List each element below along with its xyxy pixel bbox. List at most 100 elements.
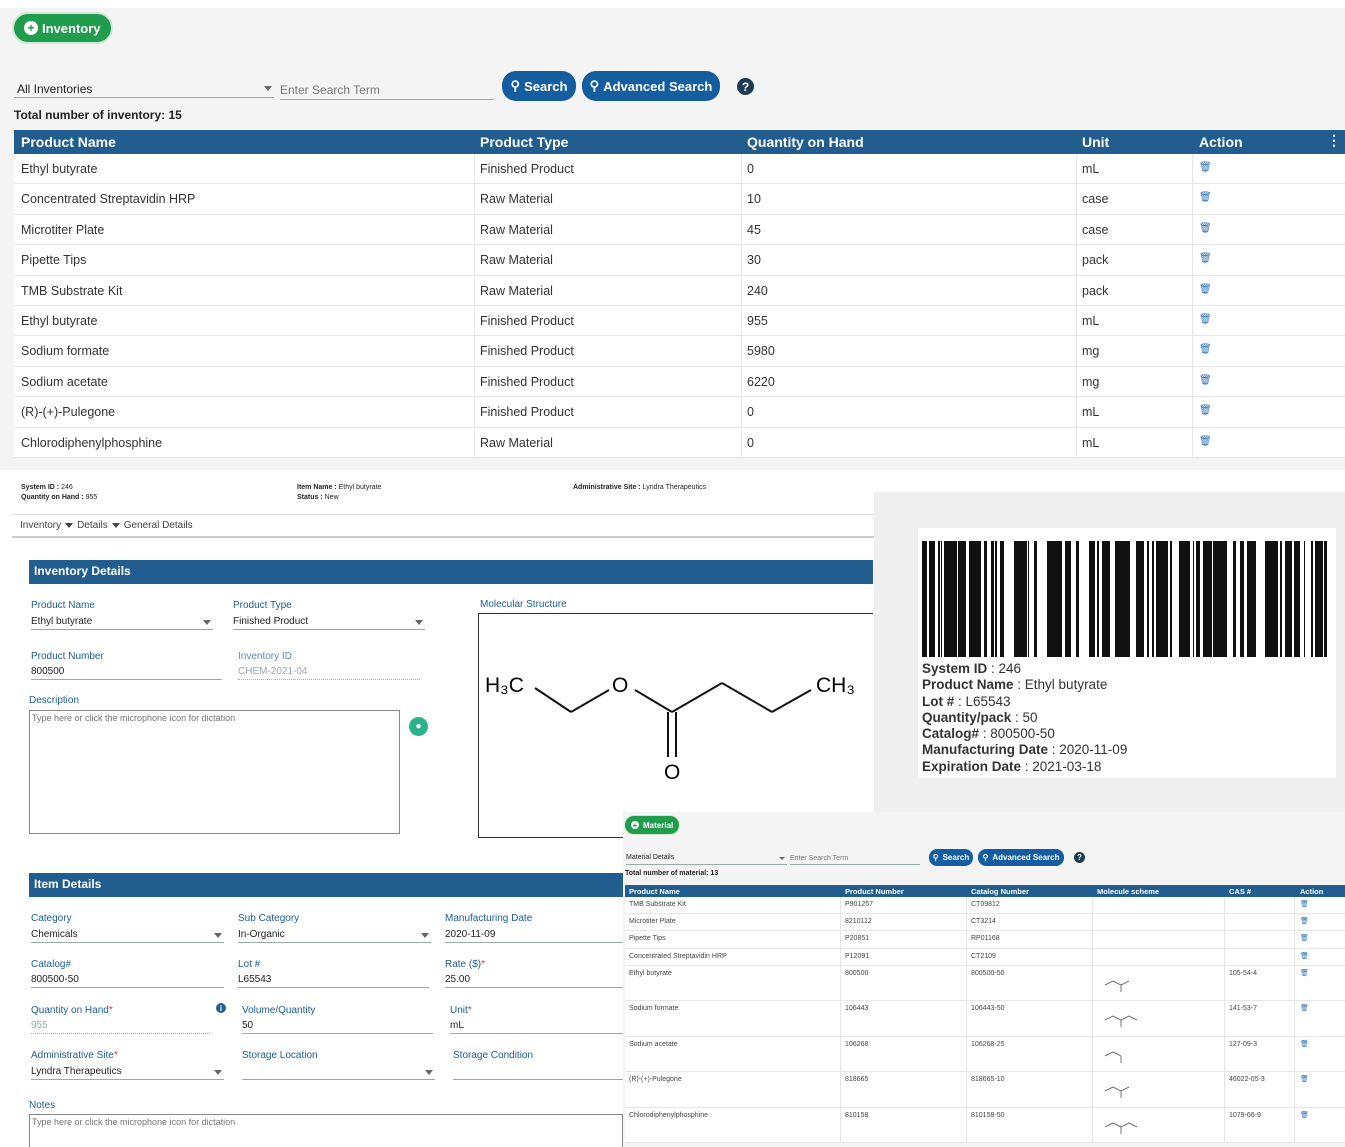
volume-field[interactable]: 50 [242,1019,433,1034]
trash-icon[interactable]: 🗑 [1199,253,1212,264]
column-header[interactable]: Catalog Number [971,887,1029,896]
trash-icon[interactable]: 🗑 [1199,436,1212,447]
table-row[interactable]: Concentrated Streptavidin HRP Raw Materia… [14,184,1345,215]
column-header[interactable]: Quantity on Hand [747,134,864,150]
table-row[interactable]: Concentrated Streptavidin HRP P12091 CT210… [625,948,1345,966]
table-row[interactable]: Sodium formate Finished Product 5980 mg 🗑 [14,336,1345,367]
trash-icon[interactable]: 🗑 [1300,917,1309,925]
material-button[interactable]: + Material [624,815,681,835]
trash-icon[interactable]: 🗑 [1199,192,1212,203]
table-row[interactable]: Chlorodiphenylphosphine Raw Material 0 mL 🗑 [14,427,1345,458]
storage-location-select[interactable] [242,1065,435,1080]
lot-value: L65543 [238,974,272,985]
product-number-field[interactable]: 800500 [31,665,222,680]
table-row[interactable]: Sodium acetate 106268 106268-25 127-09-3 🗑 [625,1036,1345,1073]
product-name-select[interactable]: Ethyl butyrate [31,615,213,630]
barcode-bar [1092,541,1095,657]
caret-down-icon [65,523,74,528]
sub-category-select[interactable]: In-Organic [238,928,431,943]
label-line: Catalog# : 800500-50 [922,726,1127,742]
trash-icon[interactable]: 🗑 [1199,284,1212,295]
search-button[interactable]: ⚲ Search [502,71,576,101]
notes-textarea[interactable] [29,1114,623,1147]
trash-icon[interactable]: 🗑 [1199,223,1212,234]
table-row[interactable]: Microtiter Plate 8210112 CT3214 🗑 [625,914,1345,932]
record-summary: System ID : 246 Quantity on Hand : 955 I… [14,484,874,506]
table-row[interactable]: Sodium acetate Finished Product 6220 mg 🗑 [14,366,1345,398]
table-row[interactable]: Pipette Tips Raw Material 30 pack 🗑 [14,245,1345,276]
table-row[interactable]: Ethyl butyrate Finished Product 955 mL 🗑 [14,305,1345,337]
table-row[interactable]: Chlorodiphenylphosphine 810158 810158-50 10… [625,1107,1345,1144]
material-search-input[interactable] [790,853,920,865]
mfg-date-field[interactable]: 2020-11-09 [445,928,623,943]
unit-field[interactable]: mL [450,1019,623,1034]
material-filter-select[interactable]: Material Details [626,854,787,865]
trash-icon[interactable]: 🗑 [1199,375,1212,386]
table-row[interactable]: Pipette Tips P20851 RP01168 🗑 [625,931,1345,949]
catalog-field[interactable]: 800500-50 [31,973,224,988]
trash-icon[interactable]: 🗑 [1300,934,1309,942]
column-header[interactable]: Product Name [21,134,116,150]
trash-icon[interactable]: 🗑 [1300,1040,1309,1048]
inventory-button[interactable]: + Inventory [12,12,113,44]
table-row[interactable]: Sodium formate 106443 106443-50 141-53-7 🗑 [625,1001,1345,1037]
inventory-filter-select[interactable]: All Inventories [14,80,274,98]
lot-field[interactable]: L65543 [238,973,429,988]
column-header[interactable]: CAS # [1229,887,1251,896]
search-button-label: Search [524,78,568,94]
table-row[interactable]: (R)-(+)-Pulegone Finished Product 0 mL 🗑 [14,397,1345,428]
cell-divider [474,245,475,275]
breadcrumb-details[interactable]: Details [77,520,108,531]
search-input[interactable] [280,80,494,100]
column-header[interactable]: Product Number [845,887,904,896]
table-cell: mg [1082,344,1100,359]
storage-condition-field[interactable] [453,1065,623,1080]
trash-icon[interactable]: 🗑 [1199,162,1212,173]
trash-icon[interactable]: 🗑 [1300,952,1309,960]
breadcrumb-general-details[interactable]: General Details [124,520,193,531]
table-row[interactable]: Ethyl butyrate Finished Product 0 mL 🗑 [14,154,1345,185]
trash-icon[interactable]: 🗑 [1300,969,1309,977]
barcode-bar [1055,541,1057,657]
table-row[interactable]: TMB Substrate Kit Raw Material 240 pack 🗑 [14,275,1345,306]
table-row[interactable]: (R)-(+)-Pulegone 818665 818665-10 46022-05-… [625,1072,1345,1108]
column-menu-icon[interactable]: ⋮ [1327,132,1341,149]
microphone-icon[interactable]: ● [409,717,428,736]
table-cell: 240 [747,283,768,298]
admin-site-select[interactable]: Lyndra Therapeutics [31,1065,224,1080]
trash-icon[interactable]: 🗑 [1300,1075,1309,1083]
material-advanced-search-button[interactable]: ⚲ Advanced Search [978,849,1064,866]
barcode-bar [1141,541,1144,657]
rate-field[interactable]: 25.00 [445,973,623,988]
info-icon[interactable]: i [216,1003,226,1013]
category-select[interactable]: Chemicals [31,928,224,943]
column-header[interactable]: Unit [1082,134,1109,150]
column-header[interactable]: Molecule scheme [1097,887,1159,896]
table-row[interactable]: Microtiter Plate Raw Material 45 case 🗑 [14,214,1345,246]
trash-icon[interactable]: 🗑 [1199,344,1212,355]
column-header[interactable]: Product Name [629,887,680,896]
catalog-label: Catalog# [31,959,72,970]
barcode-bar [1077,541,1079,657]
trash-icon[interactable]: 🗑 [1199,405,1212,416]
help-icon[interactable]: ? [1074,852,1085,863]
column-header[interactable]: Action [1300,887,1323,896]
table-row[interactable]: TMB Substrate Kit P901257 CT09812 🗑 [625,897,1345,915]
trash-icon[interactable]: 🗑 [1300,1111,1309,1119]
trash-icon[interactable]: 🗑 [1300,1004,1309,1012]
product-type-select[interactable]: Finished Product [233,615,425,630]
advanced-search-button[interactable]: ⚲ Advanced Search [582,71,720,101]
breadcrumb-inventory[interactable]: Inventory [20,520,61,531]
barcode-bar [1065,541,1068,657]
column-header[interactable]: Product Type [480,134,568,150]
help-icon[interactable]: ? [737,78,754,95]
trash-icon[interactable]: 🗑 [1199,314,1212,325]
table-row[interactable]: Ethyl butyrate 800500 800500-50 105-54-4 🗑 [625,965,1345,1002]
table-cell: 45 [747,222,761,237]
barcode-bar [932,541,935,657]
column-header[interactable]: Action [1199,134,1243,150]
material-search-button[interactable]: ⚲ Search [929,849,973,866]
trash-icon[interactable]: 🗑 [1300,900,1309,908]
table-cell: 106443-50 [971,1005,1005,1013]
description-textarea[interactable] [29,710,400,834]
